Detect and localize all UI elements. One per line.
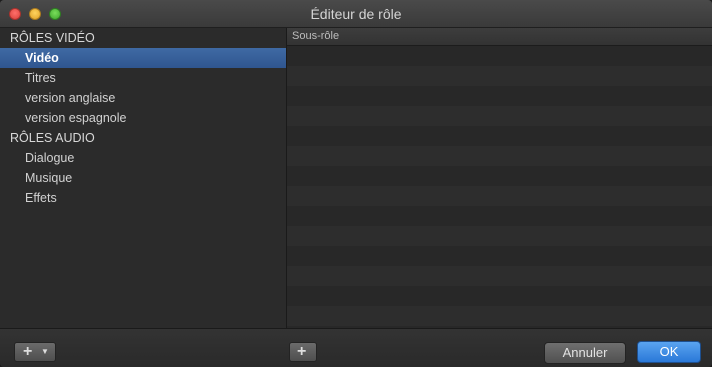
audio-roles-header: RÔLES AUDIO [10, 131, 95, 145]
subrole-table: Sous-rôle [287, 28, 712, 328]
role-item-titres[interactable]: Titres [0, 68, 286, 88]
bottom-toolbar: + ▼ + Annuler OK [0, 328, 712, 367]
role-item-musique[interactable]: Musique [0, 168, 286, 188]
plus-icon: + [23, 343, 33, 360]
ok-button[interactable]: OK [637, 341, 701, 363]
window-title: Éditeur de rôle [310, 6, 402, 22]
role-item-video[interactable]: Vidéo [0, 48, 286, 68]
role-item-version-espagnole[interactable]: version espagnole [0, 108, 286, 128]
chevron-down-icon: ▼ [41, 347, 49, 356]
roles-sidebar: RÔLES VIDÉO Vidéo Titres version anglais… [0, 28, 287, 328]
subrole-column-header[interactable]: Sous-rôle [287, 28, 712, 46]
add-subrole-button[interactable]: + [289, 342, 317, 362]
plus-icon: + [297, 343, 307, 360]
role-item-version-anglaise[interactable]: version anglaise [0, 88, 286, 108]
role-editor-window: Éditeur de rôle RÔLES VIDÉO Vidéo Titres… [0, 0, 712, 367]
cancel-button[interactable]: Annuler [544, 342, 626, 364]
subrole-list[interactable] [287, 46, 712, 328]
add-role-button[interactable]: + ▼ [14, 342, 56, 362]
video-roles-header: RÔLES VIDÉO [10, 31, 95, 45]
role-item-dialogue[interactable]: Dialogue [0, 148, 286, 168]
role-item-effets[interactable]: Effets [0, 188, 286, 208]
title-bar: Éditeur de rôle [0, 0, 712, 28]
